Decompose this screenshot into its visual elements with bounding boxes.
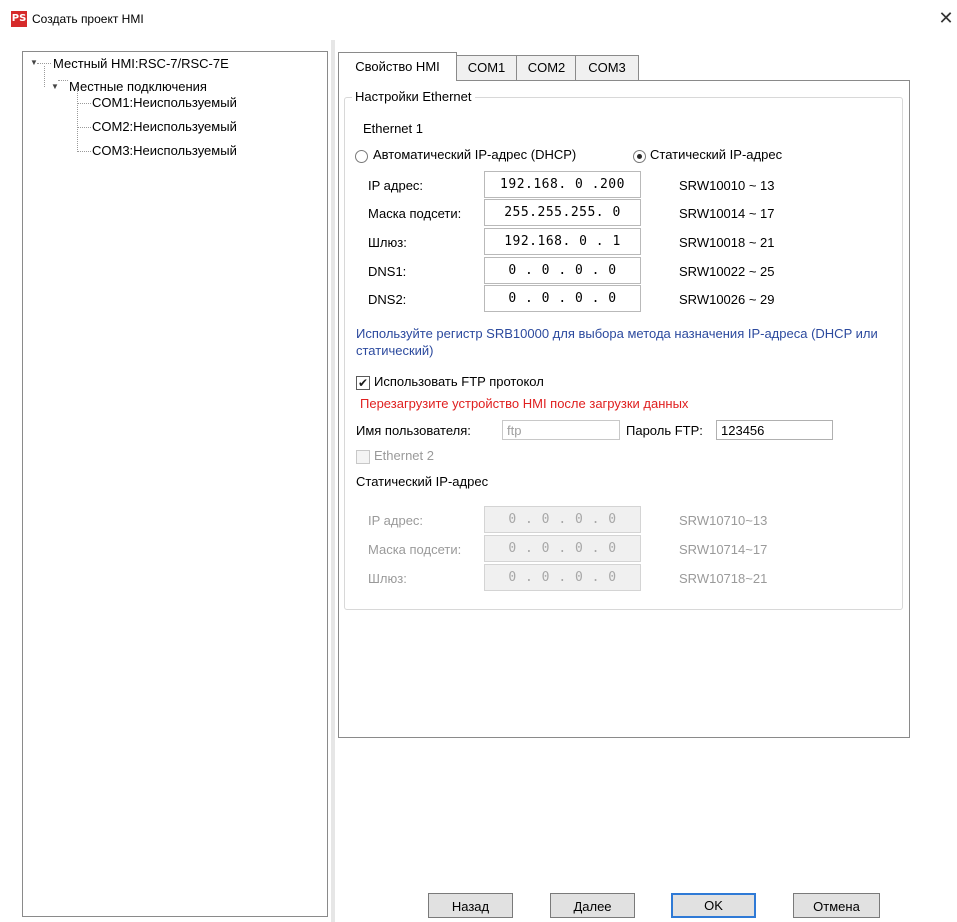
- eth2-gateway-input[interactable]: 0 . 0 . 0 . 0: [484, 564, 641, 591]
- dns1-input[interactable]: 0 . 0 . 0 . 0: [484, 257, 641, 284]
- tree-item-root[interactable]: Местный HMI:RSC-7/RSC-7E: [53, 56, 229, 72]
- gateway-register: SRW10018 ~ 21: [679, 235, 775, 250]
- tab-com3[interactable]: COM3: [575, 55, 639, 80]
- group-title: Настройки Ethernet: [352, 89, 475, 104]
- next-button[interactable]: Далее: [550, 893, 635, 918]
- splitter[interactable]: [331, 40, 335, 922]
- eth2-mask-label: Маска подсети:: [368, 542, 462, 557]
- tree-item-com2[interactable]: COM2:Неиспользуемый: [92, 119, 237, 135]
- eth2-ip-input[interactable]: 0 . 0 . 0 . 0: [484, 506, 641, 533]
- ftp-password-label: Пароль FTP:: [626, 423, 703, 438]
- subnet-mask-register: SRW10014 ~ 17: [679, 206, 775, 221]
- dns1-register: SRW10022 ~ 25: [679, 264, 775, 279]
- window-title: Создать проект HMI: [32, 12, 144, 26]
- dns1-label: DNS1:: [368, 264, 407, 279]
- username-input[interactable]: ftp: [502, 420, 620, 440]
- dns2-input[interactable]: 0 . 0 . 0 . 0: [484, 285, 641, 312]
- ftp-checkbox-label[interactable]: Использовать FTP протокол: [374, 374, 544, 389]
- eth2-ip-register: SRW10710~13: [679, 513, 768, 528]
- tab-com1[interactable]: COM1: [455, 55, 518, 80]
- subnet-mask-input[interactable]: 255.255.255. 0: [484, 199, 641, 226]
- back-button[interactable]: Назад: [428, 893, 513, 918]
- ethernet2-label: Ethernet 2: [374, 448, 434, 463]
- eth2-gateway-register: SRW10718~21: [679, 571, 768, 586]
- eth2-mask-input[interactable]: 0 . 0 . 0 . 0: [484, 535, 641, 562]
- ftp-password-input[interactable]: 123456: [716, 420, 833, 440]
- project-tree[interactable]: ▼ Местный HMI:RSC-7/RSC-7E ▼ Местные под…: [22, 51, 328, 917]
- tab-hmi-property[interactable]: Свойство HMI: [338, 52, 457, 81]
- cancel-button[interactable]: Отмена: [793, 893, 880, 918]
- dhcp-radio[interactable]: [355, 150, 368, 163]
- dns2-register: SRW10026 ~ 29: [679, 292, 775, 307]
- username-label: Имя пользователя:: [356, 423, 471, 438]
- tree-item-com1[interactable]: COM1:Неиспользуемый: [92, 95, 237, 111]
- ethernet1-label: Ethernet 1: [363, 121, 423, 136]
- close-icon[interactable]: ✕: [936, 8, 956, 28]
- dns2-label: DNS2:: [368, 292, 407, 307]
- tree-item-com3[interactable]: COM3:Неиспользуемый: [92, 143, 237, 159]
- tree-item-connections[interactable]: Местные подключения: [69, 79, 207, 95]
- eth2-mask-register: SRW10714~17: [679, 542, 768, 557]
- ethernet2-checkbox[interactable]: [356, 450, 370, 464]
- ok-button[interactable]: OK: [671, 893, 756, 918]
- register-note: Используйте регистр SRB10000 для выбора …: [356, 326, 878, 358]
- ip-address-input[interactable]: 192.168. 0 .200: [484, 171, 641, 198]
- gateway-input[interactable]: 192.168. 0 . 1: [484, 228, 641, 255]
- eth2-ip-label: IP адрес:: [368, 513, 424, 528]
- ip-address-label: IP адрес:: [368, 178, 424, 193]
- eth2-static-title: Статический IP-адрес: [356, 474, 489, 489]
- static-ip-radio-label[interactable]: Статический IP-адрес: [650, 147, 782, 162]
- expand-arrow-icon[interactable]: ▼: [51, 82, 59, 91]
- tab-com2[interactable]: COM2: [516, 55, 577, 80]
- ftp-warning: Перезагрузите устройство HMI после загру…: [360, 396, 689, 411]
- ftp-checkbox[interactable]: ✔: [356, 376, 370, 390]
- ip-address-register: SRW10010 ~ 13: [679, 178, 775, 193]
- app-icon: PS: [11, 11, 27, 27]
- gateway-label: Шлюз:: [368, 235, 407, 250]
- subnet-mask-label: Маска подсети:: [368, 206, 462, 221]
- expand-arrow-icon[interactable]: ▼: [30, 58, 38, 67]
- static-ip-radio[interactable]: [633, 150, 646, 163]
- eth2-gateway-label: Шлюз:: [368, 571, 407, 586]
- dhcp-radio-label[interactable]: Автоматический IP-адрес (DHCP): [373, 147, 576, 162]
